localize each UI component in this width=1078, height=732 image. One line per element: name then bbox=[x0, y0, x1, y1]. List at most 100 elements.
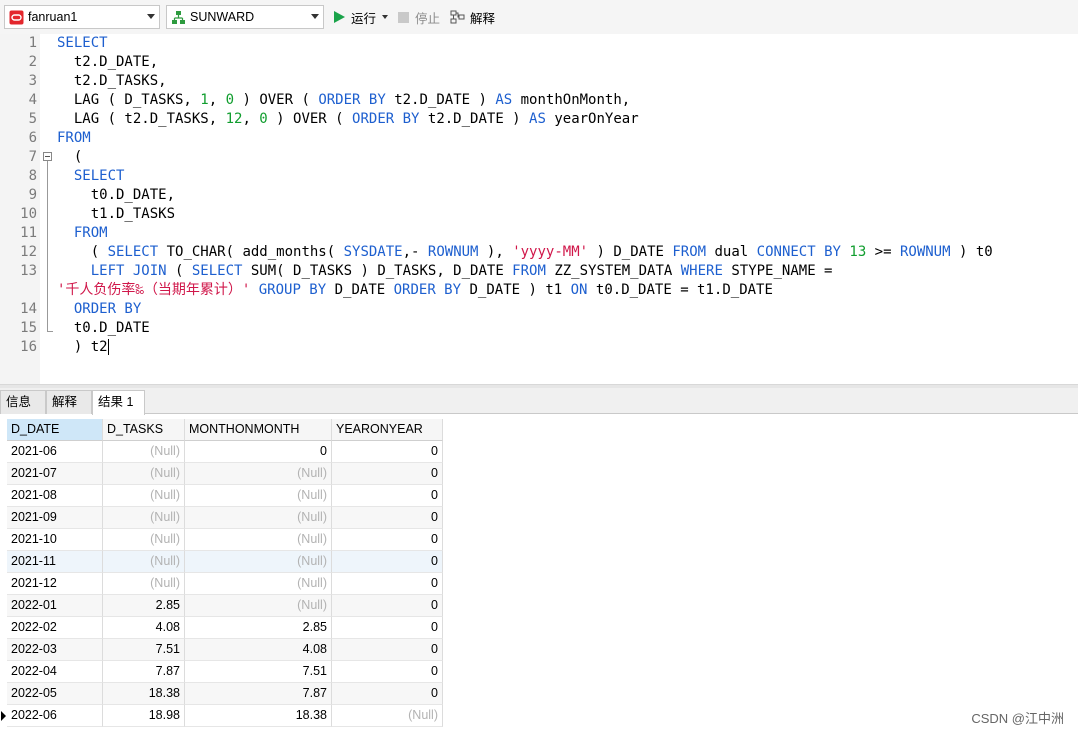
code-text[interactable]: LAG ( t2.D_TASKS, 12, 0 ) OVER ( ORDER B… bbox=[57, 110, 639, 129]
code-text[interactable]: ( bbox=[57, 148, 82, 167]
code-line[interactable]: 5 LAG ( t2.D_TASKS, 12, 0 ) OVER ( ORDER… bbox=[0, 110, 1078, 129]
cell-d-tasks[interactable]: (Null) bbox=[103, 551, 185, 573]
cell-d-tasks[interactable]: 4.08 bbox=[103, 617, 185, 639]
cell-yearonyear[interactable]: 0 bbox=[332, 573, 443, 595]
code-text[interactable]: SELECT bbox=[57, 167, 125, 186]
schema-select[interactable]: SUNWARD bbox=[166, 5, 324, 29]
cell-d-tasks[interactable]: 18.98 bbox=[103, 705, 185, 727]
code-text[interactable]: ( SELECT TO_CHAR( add_months( SYSDATE,- … bbox=[57, 243, 993, 262]
table-row[interactable]: 2021-11 (Null) (Null) 0 bbox=[7, 551, 443, 573]
cell-d-date[interactable]: 2021-08 bbox=[7, 485, 103, 507]
table-row[interactable]: 2021-08 (Null) (Null) 0 bbox=[7, 485, 443, 507]
table-row[interactable]: 2022-02 4.08 2.85 0 bbox=[7, 617, 443, 639]
code-text[interactable]: FROM bbox=[57, 129, 91, 148]
chevron-down-icon[interactable] bbox=[311, 14, 319, 19]
table-row[interactable]: 2021-06 (Null) 0 0 bbox=[7, 441, 443, 463]
cell-d-tasks[interactable]: (Null) bbox=[103, 463, 185, 485]
table-row[interactable]: 2021-09 (Null) (Null) 0 bbox=[7, 507, 443, 529]
sql-editor[interactable]: 1 SELECT 2 t2.D_DATE, 3 t2.D_TASKS, 4 LAG ( … bbox=[0, 34, 1078, 384]
cell-d-tasks[interactable]: (Null) bbox=[103, 573, 185, 595]
cell-yearonyear[interactable]: 0 bbox=[332, 661, 443, 683]
table-row[interactable]: 2022-06 18.98 18.38 (Null) bbox=[7, 705, 443, 727]
cell-d-tasks[interactable]: (Null) bbox=[103, 507, 185, 529]
column-header-d-tasks[interactable]: D_TASKS bbox=[103, 419, 185, 441]
code-text[interactable]: t2.D_TASKS, bbox=[57, 72, 167, 91]
code-line[interactable]: 10 t1.D_TASKS bbox=[0, 205, 1078, 224]
fold-collapse-icon[interactable] bbox=[43, 152, 52, 161]
code-text[interactable]: t0.D_DATE bbox=[57, 319, 150, 338]
cell-d-date[interactable]: 2022-05 bbox=[7, 683, 103, 705]
cell-d-tasks[interactable]: 18.38 bbox=[103, 683, 185, 705]
cell-yearonyear[interactable]: 0 bbox=[332, 529, 443, 551]
tab-info[interactable]: 信息 bbox=[0, 390, 46, 414]
cell-yearonyear[interactable]: 0 bbox=[332, 683, 443, 705]
code-text[interactable]: t0.D_DATE, bbox=[57, 186, 175, 205]
cell-monthonmonth[interactable]: 4.08 bbox=[185, 639, 332, 661]
code-line[interactable]: 7 ( bbox=[0, 148, 1078, 167]
code-line[interactable]: 3 t2.D_TASKS, bbox=[0, 72, 1078, 91]
cell-d-tasks[interactable]: 2.85 bbox=[103, 595, 185, 617]
code-line[interactable]: 6 FROM bbox=[0, 129, 1078, 148]
cell-d-tasks[interactable]: (Null) bbox=[103, 529, 185, 551]
cell-d-date[interactable]: 2021-07 bbox=[7, 463, 103, 485]
cell-yearonyear[interactable]: 0 bbox=[332, 463, 443, 485]
explain-button[interactable]: 解释 bbox=[450, 5, 495, 29]
table-row[interactable]: 2022-05 18.38 7.87 0 bbox=[7, 683, 443, 705]
code-line[interactable]: 14 ORDER BY bbox=[0, 300, 1078, 319]
table-row[interactable]: 2021-10 (Null) (Null) 0 bbox=[7, 529, 443, 551]
tab-result-1[interactable]: 结果 1 bbox=[92, 390, 145, 415]
cell-monthonmonth[interactable]: 18.38 bbox=[185, 705, 332, 727]
cell-d-tasks[interactable]: (Null) bbox=[103, 441, 185, 463]
cell-yearonyear[interactable]: 0 bbox=[332, 617, 443, 639]
cell-d-date[interactable]: 2022-02 bbox=[7, 617, 103, 639]
cell-monthonmonth[interactable]: (Null) bbox=[185, 485, 332, 507]
connection-select[interactable]: fanruan1 bbox=[4, 5, 160, 29]
cell-d-date[interactable]: 2022-01 bbox=[7, 595, 103, 617]
cell-yearonyear[interactable]: (Null) bbox=[332, 705, 443, 727]
stop-button[interactable]: 停止 bbox=[398, 5, 440, 29]
cell-d-date[interactable]: 2021-10 bbox=[7, 529, 103, 551]
code-line[interactable]: 16 ) t2 bbox=[0, 338, 1078, 357]
code-text[interactable]: '千人负伤率‰（当期年累计）' GROUP BY D_DATE ORDER BY… bbox=[57, 281, 773, 300]
cell-monthonmonth[interactable]: (Null) bbox=[185, 507, 332, 529]
run-button[interactable]: 运行 bbox=[334, 5, 389, 29]
cell-d-tasks[interactable]: 7.87 bbox=[103, 661, 185, 683]
code-text[interactable]: FROM bbox=[57, 224, 108, 243]
cell-yearonyear[interactable]: 0 bbox=[332, 551, 443, 573]
code-line[interactable]: 2 t2.D_DATE, bbox=[0, 53, 1078, 72]
code-line[interactable]: 8 SELECT bbox=[0, 167, 1078, 186]
cell-d-date[interactable]: 2021-12 bbox=[7, 573, 103, 595]
code-text[interactable]: t1.D_TASKS bbox=[57, 205, 175, 224]
cell-monthonmonth[interactable]: 0 bbox=[185, 441, 332, 463]
table-row[interactable]: 2022-01 2.85 (Null) 0 bbox=[7, 595, 443, 617]
code-text[interactable]: t2.D_DATE, bbox=[57, 53, 158, 72]
code-line[interactable]: 1 SELECT bbox=[0, 34, 1078, 53]
column-header-yearonyear[interactable]: YEARONYEAR bbox=[332, 419, 443, 441]
cell-d-tasks[interactable]: (Null) bbox=[103, 485, 185, 507]
code-line[interactable]: 12 ( SELECT TO_CHAR( add_months( SYSDATE… bbox=[0, 243, 1078, 262]
cell-monthonmonth[interactable]: (Null) bbox=[185, 551, 332, 573]
cell-monthonmonth[interactable]: (Null) bbox=[185, 573, 332, 595]
cell-monthonmonth[interactable]: 7.87 bbox=[185, 683, 332, 705]
cell-monthonmonth[interactable]: 2.85 bbox=[185, 617, 332, 639]
cell-yearonyear[interactable]: 0 bbox=[332, 441, 443, 463]
cell-d-date[interactable]: 2021-06 bbox=[7, 441, 103, 463]
code-text[interactable]: ORDER BY bbox=[57, 300, 141, 319]
cell-monthonmonth[interactable]: (Null) bbox=[185, 595, 332, 617]
code-line[interactable]: 11 FROM bbox=[0, 224, 1078, 243]
run-dropdown-icon[interactable] bbox=[382, 15, 389, 19]
cell-yearonyear[interactable]: 0 bbox=[332, 595, 443, 617]
table-row[interactable]: 2022-04 7.87 7.51 0 bbox=[7, 661, 443, 683]
cell-monthonmonth[interactable]: (Null) bbox=[185, 463, 332, 485]
code-line[interactable]: '千人负伤率‰（当期年累计）' GROUP BY D_DATE ORDER BY… bbox=[0, 281, 1078, 300]
cell-yearonyear[interactable]: 0 bbox=[332, 507, 443, 529]
cell-monthonmonth[interactable]: 7.51 bbox=[185, 661, 332, 683]
cell-monthonmonth[interactable]: (Null) bbox=[185, 529, 332, 551]
column-header-d-date[interactable]: D_DATE bbox=[7, 419, 103, 441]
column-header-monthonmonth[interactable]: MONTHONMONTH bbox=[185, 419, 332, 441]
code-text[interactable]: LEFT JOIN ( SELECT SUM( D_TASKS ) D_TASK… bbox=[57, 262, 833, 281]
cell-d-tasks[interactable]: 7.51 bbox=[103, 639, 185, 661]
code-line[interactable]: 9 t0.D_DATE, bbox=[0, 186, 1078, 205]
tab-explain-1[interactable]: 解释 1 bbox=[46, 390, 92, 431]
cell-d-date[interactable]: 2021-11 bbox=[7, 551, 103, 573]
